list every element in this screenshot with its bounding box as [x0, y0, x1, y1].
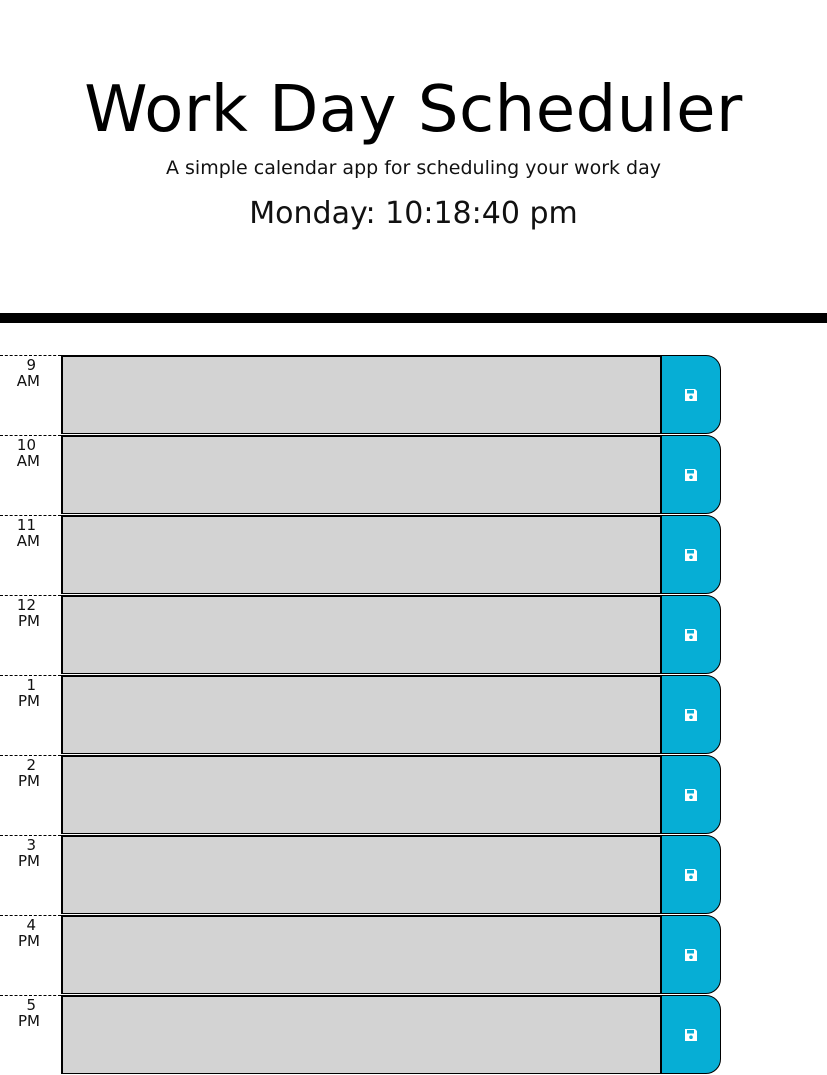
description-input[interactable]: [61, 755, 661, 834]
hour-label: 5 PM: [0, 995, 61, 1075]
save-button[interactable]: [661, 915, 721, 994]
time-block-9am: 9 AM: [0, 355, 782, 435]
hour-label: 10 AM: [0, 435, 61, 515]
description-input[interactable]: [61, 515, 661, 594]
save-icon: [684, 388, 698, 402]
description-input[interactable]: [61, 355, 661, 434]
time-block-4pm: 4 PM: [0, 915, 782, 995]
save-icon: [684, 708, 698, 722]
hour-label: 4 PM: [0, 915, 61, 995]
hour-period: PM: [18, 932, 40, 950]
save-button[interactable]: [661, 435, 721, 514]
save-icon: [684, 788, 698, 802]
hour-label: 1 PM: [0, 675, 61, 755]
time-block-1pm: 1 PM: [0, 675, 782, 755]
description-input[interactable]: [61, 995, 661, 1074]
hour-period: AM: [16, 452, 40, 470]
hour-period: PM: [18, 692, 40, 710]
description-input[interactable]: [61, 595, 661, 674]
description-input[interactable]: [61, 915, 661, 994]
hour-label: 2 PM: [0, 755, 61, 835]
save-button[interactable]: [661, 595, 721, 674]
header: Work Day Scheduler A simple calendar app…: [0, 0, 827, 323]
hour-number: 9: [26, 356, 36, 374]
hour-label: 9 AM: [0, 355, 61, 435]
hour-number: 10: [16, 436, 36, 454]
page-subtitle: A simple calendar app for scheduling you…: [165, 157, 662, 179]
time-block-2pm: 2 PM: [0, 755, 782, 835]
hour-number: 4: [26, 916, 36, 934]
time-block-3pm: 3 PM: [0, 835, 782, 915]
hour-number: 2: [26, 756, 36, 774]
save-icon: [684, 868, 698, 882]
hour-number: 3: [26, 836, 36, 854]
save-button[interactable]: [661, 995, 721, 1074]
hour-number: 1: [26, 676, 36, 694]
time-block-10am: 10 AM: [0, 435, 782, 515]
save-button[interactable]: [661, 835, 721, 914]
hour-label: 12 PM: [0, 595, 61, 675]
save-icon: [684, 548, 698, 562]
description-input[interactable]: [61, 435, 661, 514]
hour-number: 12: [16, 596, 36, 614]
time-block-11am: 11 AM: [0, 515, 782, 595]
save-button[interactable]: [661, 675, 721, 754]
save-icon: [684, 1028, 698, 1042]
time-block-5pm: 5 PM: [0, 995, 782, 1075]
current-day: Monday: 10:18:40 pm: [249, 196, 578, 231]
hour-period: PM: [18, 852, 40, 870]
save-icon: [684, 468, 698, 482]
hour-period: PM: [18, 612, 40, 630]
save-button[interactable]: [661, 355, 721, 434]
hour-number: 11: [16, 516, 36, 534]
hour-number: 5: [26, 996, 36, 1014]
hour-period: AM: [16, 372, 40, 390]
save-button[interactable]: [661, 755, 721, 834]
save-icon: [684, 948, 698, 962]
hour-label: 11 AM: [0, 515, 61, 595]
hour-label: 3 PM: [0, 835, 61, 915]
description-input[interactable]: [61, 835, 661, 914]
page-title: Work Day Scheduler: [84, 73, 743, 147]
hour-period: PM: [18, 1012, 40, 1030]
hour-period: AM: [16, 532, 40, 550]
description-input[interactable]: [61, 675, 661, 754]
save-button[interactable]: [661, 515, 721, 594]
save-icon: [684, 628, 698, 642]
hour-period: PM: [18, 772, 40, 790]
time-block-12pm: 12 PM: [0, 595, 782, 675]
